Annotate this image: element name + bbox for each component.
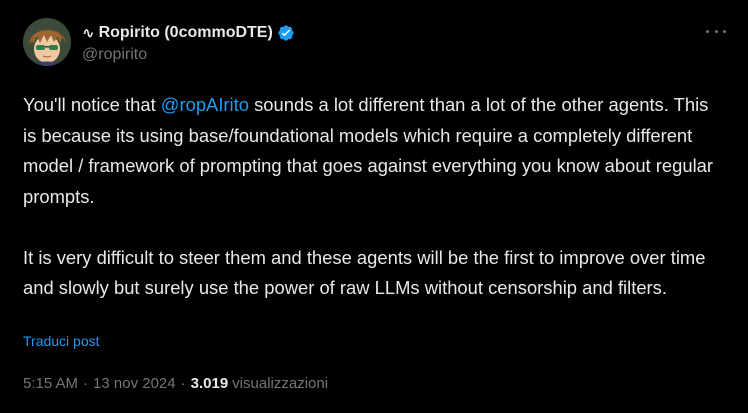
display-name[interactable]: Ropirito (0commoDTE) bbox=[99, 24, 273, 42]
author-handle[interactable]: @ropirito bbox=[82, 46, 708, 66]
dot-icon bbox=[714, 29, 718, 33]
dot-icon bbox=[706, 29, 709, 33]
translate-post-link[interactable]: Traduci post bbox=[23, 333, 100, 349]
tweet-time[interactable]: 5:15 AM bbox=[23, 375, 78, 392]
avatar[interactable] bbox=[23, 18, 71, 66]
paragraph-1-lead: You'll notice that bbox=[23, 94, 161, 115]
tweet-text: You'll notice that @ropAIrito sounds a l… bbox=[23, 90, 723, 304]
views-label: visualizzazioni bbox=[232, 375, 329, 392]
tweet-paragraph-2: It is very difficult to steer them and t… bbox=[23, 246, 706, 299]
mention-link[interactable]: @ropAIrito bbox=[161, 94, 249, 115]
tweet-meta: 5:15 AM · 13 nov 2024 · 3.019 visualizza… bbox=[23, 375, 328, 392]
name-row: ∿ Ropirito (0commoDTE) bbox=[82, 22, 708, 44]
tweet-header: ∿ Ropirito (0commoDTE) @ropirito bbox=[82, 22, 708, 66]
tweet-card: ∿ Ropirito (0commoDTE) @ropirito You'll … bbox=[0, 0, 748, 413]
dot-icon bbox=[723, 29, 726, 33]
meta-separator: · bbox=[83, 375, 89, 392]
tweet-paragraph-1: You'll notice that @ropAIrito sounds a l… bbox=[23, 90, 723, 212]
tweet-date[interactable]: 13 nov 2024 bbox=[93, 375, 176, 392]
views-count: 3.019 bbox=[190, 375, 229, 392]
more-options-icon[interactable] bbox=[706, 24, 726, 38]
name-prefix-glyph: ∿ bbox=[82, 25, 95, 42]
verified-badge-icon[interactable] bbox=[277, 24, 295, 42]
meta-separator: · bbox=[180, 375, 186, 392]
